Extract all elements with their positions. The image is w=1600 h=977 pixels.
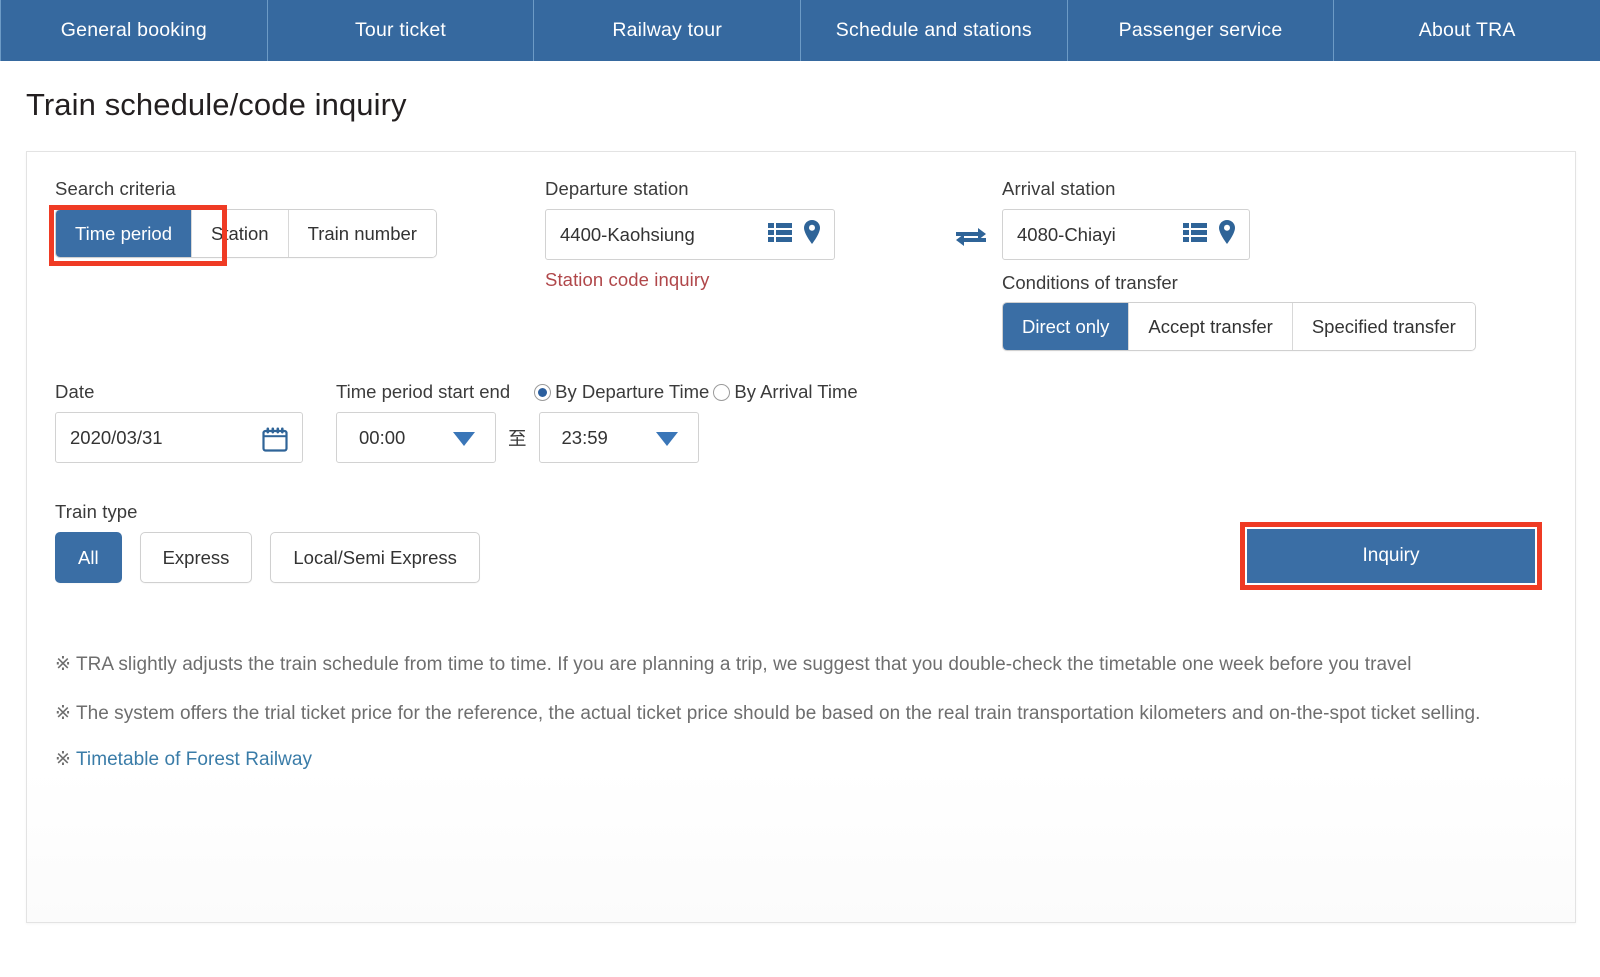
page-title: Train schedule/code inquiry [26,87,407,122]
criteria-label: Station [211,222,269,244]
time-range-selects: 00:00 至 23:59 [336,412,862,463]
search-row-stations: Search criteria Time period Station Trai… [49,178,1547,351]
search-row-traintype: Train type All Express Local/Semi Expres… [55,501,1547,590]
train-type-button-all[interactable]: All [55,532,122,583]
nav-item-railway-tour[interactable]: Railway tour [534,0,802,61]
swap-arrows-icon [954,224,988,255]
forest-railway-timetable-link[interactable]: Timetable of Forest Railway [76,749,312,770]
nav-label: Passenger service [1118,19,1283,41]
start-time-select[interactable]: 00:00 [336,412,496,463]
note-forest-railway: ※ Timetable of Forest Railway [55,748,1547,771]
station-map-pin-icon[interactable] [1218,220,1236,249]
train-type-buttons: All Express Local/Semi Express [55,532,480,583]
station-list-icon[interactable] [768,222,792,247]
transfer-label: Specified transfer [1311,315,1456,337]
date-label: Date [55,381,95,402]
nav-item-schedule-and-stations[interactable]: Schedule and stations [801,0,1068,61]
nav-item-about-tra[interactable]: About TRA [1334,0,1600,61]
criteria-button-train-number[interactable]: Train number [288,210,436,257]
time-period-label: Time period start end [336,381,511,402]
radio-label: By Arrival Time [734,381,858,402]
nav-label: Tour ticket [354,19,447,41]
arrival-station-box[interactable] [1002,209,1250,260]
nav-item-general-booking[interactable]: General booking [0,0,268,61]
radio-by-departure-time[interactable]: By Departure Time [534,381,709,403]
departure-station-label: Departure station [545,178,689,199]
arrival-station-input[interactable] [1003,223,1167,246]
transfer-button-accept-transfer[interactable]: Accept transfer [1129,303,1293,350]
time-range-separator: 至 [508,427,527,449]
chevron-down-icon [453,432,475,446]
end-time-select[interactable]: 23:59 [538,412,699,463]
date-group: Date [55,381,336,463]
swap-stations-button[interactable] [940,178,1002,255]
train-type-button-local-semi-express[interactable]: Local/Semi Express [270,532,480,583]
transfer-label: Direct only [1022,315,1110,337]
train-type-option-label: All [78,546,99,568]
radio-dot-icon [713,383,731,401]
criteria-label: Time period [75,222,172,244]
radio-label: By Departure Time [555,381,710,402]
station-map-pin-icon[interactable] [803,220,821,249]
inquiry-button-wrapper: Inquiry [1240,522,1547,590]
transfer-conditions-buttons: Direct only Accept transfer Specified tr… [1002,302,1476,351]
arrival-station-icons [1183,210,1236,259]
search-row-datetime: Date Time period start end [55,381,1547,463]
top-navigation: General booking Tour ticket Railway tour… [0,0,1600,61]
train-type-label: Train type [55,501,138,522]
radio-dot-icon [534,383,552,401]
note-mark: ※ [55,749,76,771]
station-code-inquiry-link[interactable]: Station code inquiry [545,269,940,291]
inquiry-button[interactable]: Inquiry [1247,529,1535,583]
inquiry-button-label: Inquiry [1362,545,1420,566]
transfer-button-specified-transfer[interactable]: Specified transfer [1292,303,1475,350]
transfer-button-direct-only[interactable]: Direct only [1003,303,1130,350]
criteria-button-station[interactable]: Station [192,210,289,257]
search-criteria-label: Search criteria [55,178,176,199]
date-input-box[interactable] [55,412,303,463]
train-type-option-label: Local/Semi Express [293,546,457,568]
time-period-group: Time period start end By Departure Time … [336,381,862,463]
nav-item-tour-ticket[interactable]: Tour ticket [268,0,535,61]
nav-label: About TRA [1418,19,1516,41]
station-list-icon[interactable] [1183,222,1207,247]
departure-station-input[interactable] [546,223,740,246]
nav-label: Railway tour [612,19,723,41]
train-type-group: Train type All Express Local/Semi Expres… [55,501,480,583]
calendar-icon[interactable] [262,427,288,457]
departure-station-group: Departure station 4400-Kaohsiung Station… [545,178,940,291]
search-criteria-buttons: Time period Station Train number [55,209,437,258]
departure-station-box[interactable] [545,209,835,260]
transfer-label: Accept transfer [1148,315,1273,337]
notes-section: ※ TRA slightly adjusts the train schedul… [55,649,1547,771]
departure-station-icons [768,210,821,259]
arrival-station-group: Arrival station 4080-Chiayi Conditions o… [1002,178,1476,351]
arrival-station-label: Arrival station [1002,178,1116,199]
train-type-option-label: Express [162,546,230,568]
criteria-label: Train number [307,222,417,244]
start-time-value: 00:00 [359,426,406,448]
criteria-button-time-period[interactable]: Time period [56,210,192,257]
radio-by-arrival-time[interactable]: By Arrival Time [713,381,858,403]
search-form-panel: Search criteria Time period Station Trai… [26,151,1576,923]
transfer-conditions-label: Conditions of transfer [1002,272,1178,293]
time-period-header: Time period start end By Departure Time … [336,381,862,403]
search-criteria-group: Search criteria Time period Station Trai… [49,178,545,266]
note-schedule-adjust: ※ TRA slightly adjusts the train schedul… [55,654,1412,675]
end-time-value: 23:59 [561,426,608,448]
note-ticket-price: ※ The system offers the trial ticket pri… [55,702,1481,724]
date-input[interactable] [56,425,242,450]
chevron-down-icon [655,432,678,446]
train-type-button-express[interactable]: Express [139,532,253,583]
nav-label: Schedule and stations [835,19,1032,41]
nav-item-passenger-service[interactable]: Passenger service [1068,0,1335,61]
nav-label: General booking [60,19,207,41]
